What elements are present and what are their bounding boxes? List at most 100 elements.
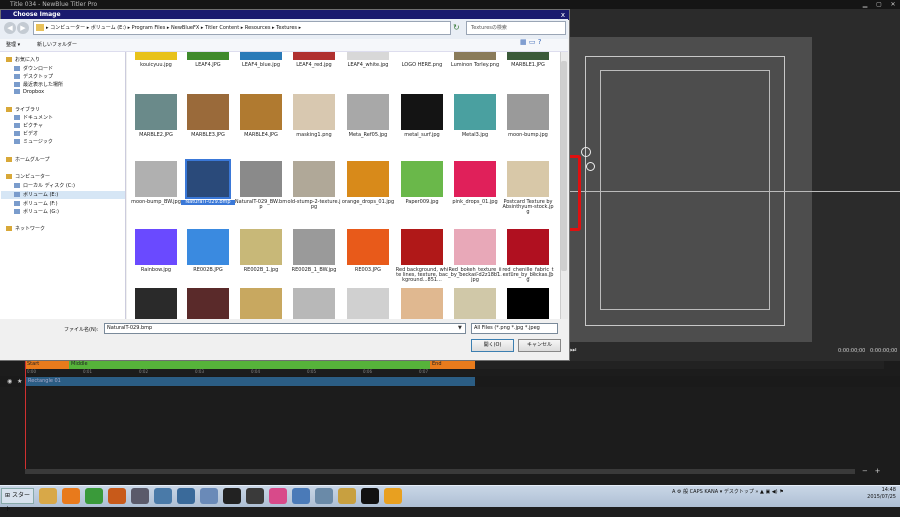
zoom-out-button[interactable]: − [862,467,868,475]
folder-icon[interactable] [338,488,356,504]
file-thumbnail[interactable] [454,288,496,319]
phone-icon[interactable] [246,488,264,504]
view-mode-icon[interactable]: ▦ [520,38,527,46]
file-thumbnail[interactable] [347,52,389,60]
file-thumbnail[interactable] [135,94,177,130]
new-folder-button[interactable]: 新しいフォルダー [37,41,77,48]
file-thumbnail[interactable] [347,229,389,265]
start-button[interactable]: ⊞ スタート [1,488,34,513]
file-thumbnail[interactable] [240,288,282,319]
file-name[interactable]: pink_drops_01.jpg [448,200,502,205]
file-thumbnail[interactable] [187,229,229,265]
forward-arrow-icon[interactable]: ▶ [17,22,29,34]
file-name[interactable]: RE002B_1_BW.jpg [287,268,341,273]
close-app-button[interactable]: ✕ [886,0,900,9]
refresh-icon[interactable]: ↻ [453,22,463,33]
file-name[interactable]: red_chenille_fabric_texture_by_beckas.jp… [501,268,555,283]
file-name[interactable]: LEAF4_red.jpg [287,63,341,68]
file-thumbnail[interactable] [135,288,177,319]
nav-item[interactable]: ボリューム (E:) [14,191,58,198]
nav-item[interactable]: ドキュメント [14,114,53,121]
filename-dropdown-icon[interactable]: ▼ [458,325,462,331]
grid-scrollbar-thumb[interactable] [561,61,567,271]
console-icon[interactable] [223,488,241,504]
file-thumbnail[interactable] [187,52,229,60]
explorer-icon[interactable] [39,488,57,504]
nav-item[interactable]: コンピューター [6,173,50,180]
nav-item[interactable]: ライブラリ [6,106,40,113]
breadcrumb-path[interactable]: ▸ コンピューター ▸ ボリューム (E:) ▸ Program Files ▸… [33,21,451,35]
zoom-in-button[interactable]: + [875,467,881,475]
playhead[interactable] [25,361,26,469]
file-thumbnail[interactable] [240,94,282,130]
file-thumbnail[interactable] [240,161,282,197]
file-thumbnail[interactable] [293,229,335,265]
file-name[interactable]: MARBLE4.JPG [234,133,288,138]
view-buttons[interactable]: ▦ ▭ ? [520,38,541,46]
cancel-button[interactable]: キャンセル [518,339,561,352]
file-name[interactable]: moon-bump_BW.jpg [129,200,183,205]
file-name[interactable]: LEAF4.JPG [181,63,235,68]
chrome-icon[interactable] [85,488,103,504]
file-name[interactable]: MARBLE2.JPG [129,133,183,138]
file-thumbnail[interactable] [401,52,443,60]
file-thumbnail[interactable] [293,94,335,130]
clock[interactable]: 14:48 2015/07/25 [856,487,896,501]
tool-icon[interactable] [177,488,195,504]
file-thumbnail[interactable] [347,288,389,319]
file-thumbnail[interactable] [187,288,229,319]
timeline-scrollbar[interactable] [25,469,855,474]
file-thumbnail[interactable] [293,52,335,60]
nav-item[interactable]: ダウンロード [14,65,53,72]
file-name[interactable]: kouicyuu.jpg [129,63,183,68]
file-name[interactable]: Postcard Texture by Absinthyum-stock.jpg [501,200,555,215]
nav-item[interactable]: ビデオ [14,130,38,137]
file-thumbnail[interactable] [507,229,549,265]
play-icon[interactable]: ⏭ [570,346,576,355]
file-thumbnail[interactable] [401,229,443,265]
file-thumbnail[interactable] [454,52,496,60]
file-name[interactable]: Red_bokeh_texture_ii_by_beckas-d2z18b1.j… [448,268,502,283]
firefox2-icon[interactable] [108,488,126,504]
file-thumbnail[interactable] [293,161,335,197]
file-name[interactable]: Red background, white lines, texture, ba… [395,268,449,283]
file-thumbnail[interactable] [507,161,549,197]
nav-item[interactable]: ボリューム (F:) [14,200,58,207]
media-icon[interactable] [384,488,402,504]
file-name[interactable]: orange_drops_01.jpg [341,200,395,205]
file-name[interactable]: LOGO HERE.png [395,63,449,68]
file-name[interactable]: Paper009.jpg [395,200,449,205]
file-name[interactable]: metal_surf.jpg [395,133,449,138]
file-name[interactable]: RE002B_1.jpg [234,268,288,273]
file-name[interactable]: NaturalT-029.bmp [181,200,235,205]
anchor-crosshair-icon[interactable] [586,162,595,171]
help-icon[interactable]: ? [538,38,542,46]
file-thumbnail[interactable] [240,229,282,265]
nav-item[interactable]: デスクトップ [14,73,53,80]
search-input[interactable]: Texturesの検索 [466,21,566,35]
file-thumbnail[interactable] [187,94,229,130]
nav-item[interactable]: ネットワーク [6,225,45,232]
file-thumbnail[interactable] [293,288,335,319]
file-name[interactable]: MARBLE1.JPG [501,63,555,68]
nav-item[interactable]: ボリューム (G:) [14,208,59,215]
maximize-button[interactable]: ▢ [872,0,886,9]
file-thumbnail[interactable] [135,229,177,265]
file-thumbnail[interactable] [185,159,231,199]
file-thumbnail[interactable] [454,229,496,265]
open-button[interactable]: 開く(O) [471,339,514,352]
titler-icon[interactable] [361,488,379,504]
file-name[interactable]: MARBLE3.JPG [181,133,235,138]
file-thumbnail[interactable] [401,161,443,197]
nav-item[interactable]: ミュージック [14,138,53,145]
monitor-icon[interactable] [292,488,310,504]
nav-item[interactable]: お気に入り [6,56,40,63]
file-thumbnail[interactable] [507,288,549,319]
file-thumbnail[interactable] [240,52,282,60]
paint-icon[interactable] [269,488,287,504]
visibility-eye-icon[interactable]: ◉ [7,378,12,385]
file-name[interactable]: moon-bump.jpg [501,133,555,138]
file-name[interactable]: LEAF4_white.jpg [341,63,395,68]
file-thumbnail[interactable] [454,94,496,130]
file-type-filter[interactable]: All Files (*.png *.jpg *.jpeg [471,323,558,334]
